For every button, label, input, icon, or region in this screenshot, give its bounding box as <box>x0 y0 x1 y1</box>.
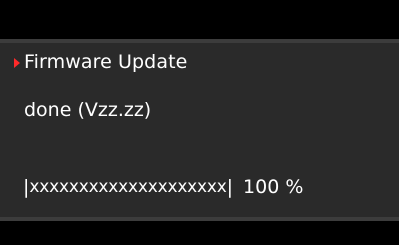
menu-title: Firmware Update <box>24 51 188 73</box>
menu-item-firmware-update[interactable]: Firmware Update <box>14 49 187 75</box>
caret-right-icon <box>14 57 20 68</box>
progress-indicator: | xxxxxxxxxxxxxxxxxxxx | 100 % <box>23 174 303 200</box>
firmware-update-screen: Firmware Update done (Vzz.zz) | xxxxxxxx… <box>0 0 399 245</box>
progress-right-edge: | <box>226 176 234 198</box>
progress-percent: 100 % <box>243 176 304 198</box>
bottom-divider <box>0 217 399 221</box>
progress-bar-fill: xxxxxxxxxxxxxxxxxxxx <box>29 177 227 197</box>
update-status: done (Vzz.zz) <box>24 99 152 121</box>
